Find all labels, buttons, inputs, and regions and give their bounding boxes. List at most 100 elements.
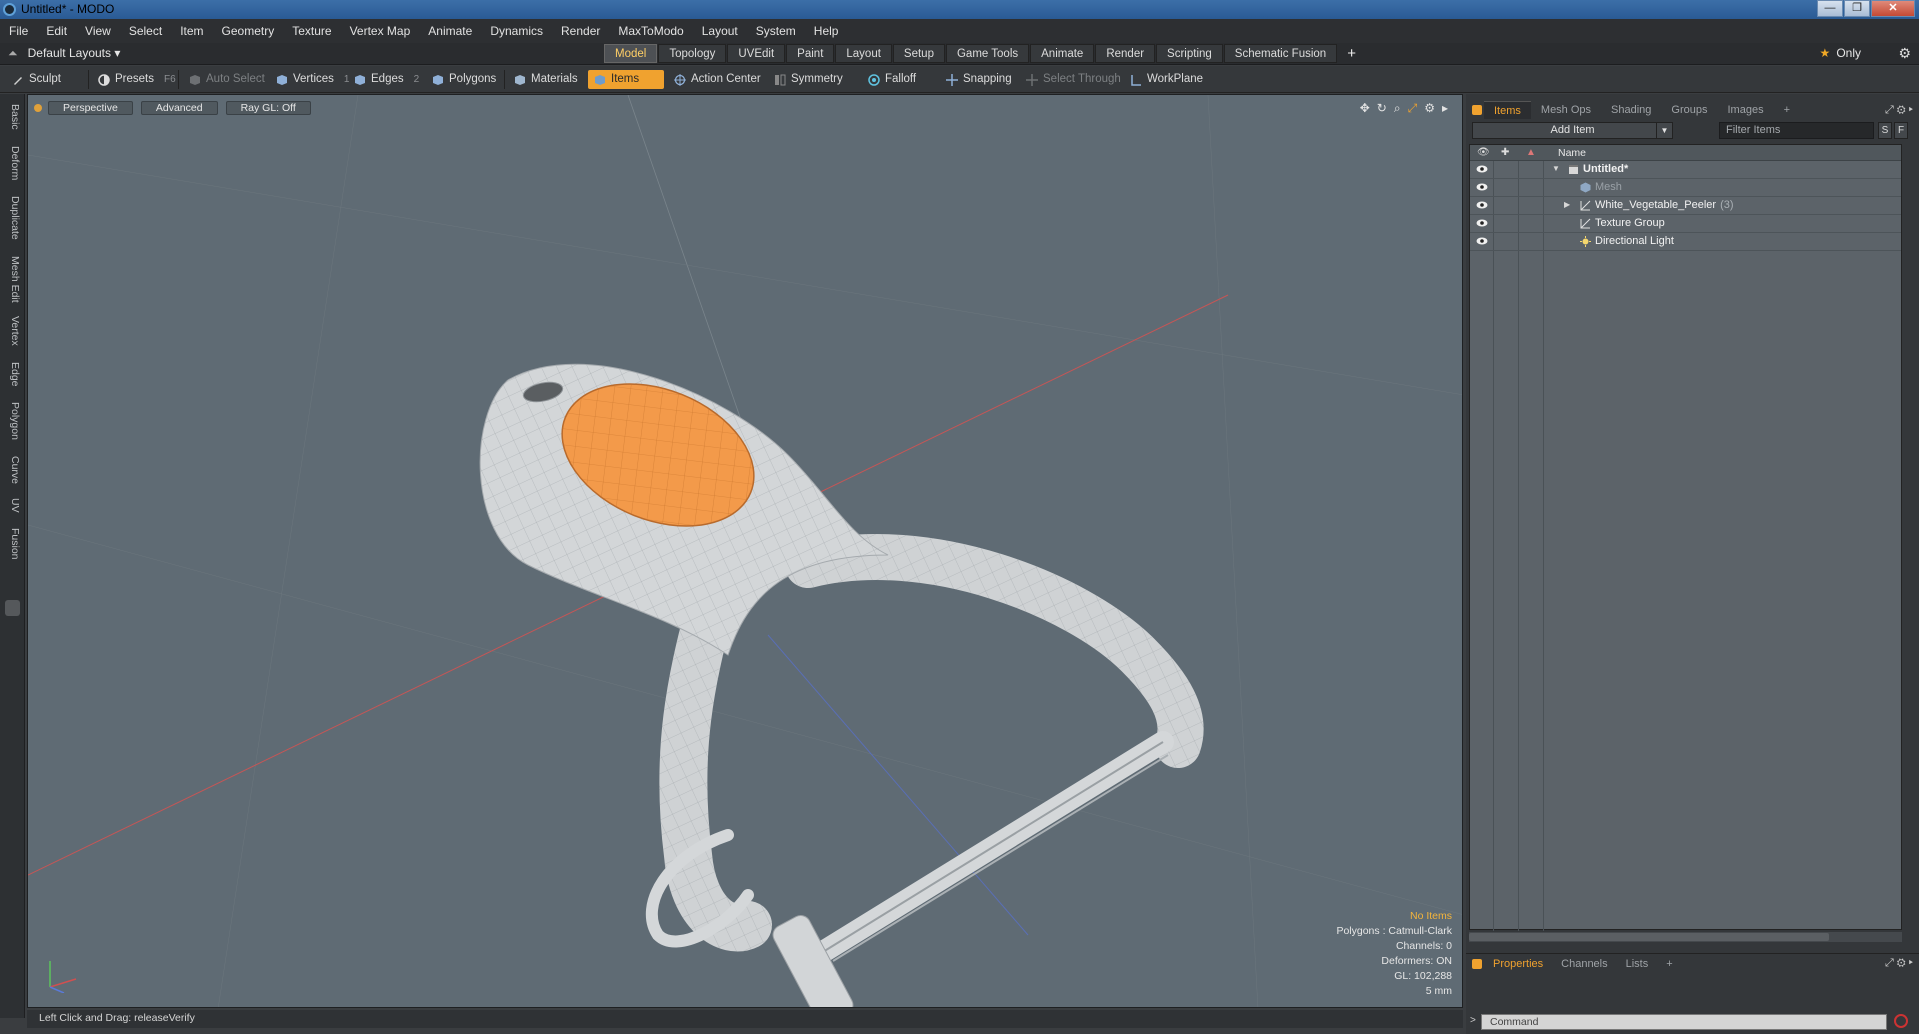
- tab-vertex[interactable]: Vertex: [4, 316, 21, 346]
- gear-icon[interactable]: ⚙: [1898, 45, 1911, 62]
- tab-basic[interactable]: Basic: [4, 104, 21, 130]
- only-toggle[interactable]: ★ Only: [1820, 46, 1861, 60]
- polygons-button[interactable]: Polygons: [426, 70, 502, 89]
- shading-dropdown[interactable]: Advanced: [140, 101, 218, 115]
- rotate-icon[interactable]: ↻: [1377, 101, 1387, 116]
- items-mode-button[interactable]: Items: [588, 70, 664, 89]
- tab-uvedit[interactable]: UVEdit: [727, 44, 786, 63]
- tree-row-texture-group[interactable]: Texture Group: [1470, 215, 1901, 233]
- auto-select-button[interactable]: Auto Select: [183, 70, 271, 89]
- menu-layout[interactable]: Layout: [693, 24, 747, 38]
- expand-arrow-icon[interactable]: ▸: [1442, 101, 1448, 116]
- filter-items-input[interactable]: Filter Items: [1719, 122, 1874, 139]
- minimize-button[interactable]: —: [1817, 0, 1843, 17]
- settings-icon[interactable]: ⚙: [1424, 101, 1435, 116]
- visibility-eye-icon[interactable]: [1476, 182, 1488, 192]
- tab-fusion[interactable]: Fusion: [4, 528, 21, 560]
- falloff-button[interactable]: Falloff: [862, 70, 922, 89]
- tree-row-untitled[interactable]: ▼ Untitled*: [1470, 161, 1901, 179]
- fit-icon[interactable]: ⤢: [1408, 101, 1418, 116]
- workplane-button[interactable]: WorkPlane: [1124, 70, 1209, 89]
- tab-channels[interactable]: Channels: [1552, 958, 1616, 970]
- layouts-dropdown[interactable]: ⏶ Default Layouts ▾: [8, 46, 120, 61]
- close-button[interactable]: ✕: [1871, 0, 1915, 17]
- tab-duplicate[interactable]: Duplicate: [4, 196, 21, 240]
- panel-options-icon[interactable]: ⤢ ⚙ ▸: [1885, 104, 1913, 117]
- command-input[interactable]: Command: [1481, 1014, 1887, 1030]
- menu-view[interactable]: View: [76, 24, 120, 38]
- tab-paint[interactable]: Paint: [786, 44, 835, 63]
- tab-images[interactable]: Images: [1718, 101, 1774, 119]
- edges-button[interactable]: Edges 2: [348, 70, 425, 89]
- menu-help[interactable]: Help: [805, 24, 848, 38]
- vertices-button[interactable]: Vertices 1: [270, 70, 355, 89]
- add-panel-tab-button[interactable]: +: [1774, 101, 1800, 119]
- symmetry-button[interactable]: Symmetry: [768, 70, 849, 89]
- tab-mesh-ops[interactable]: Mesh Ops: [1531, 101, 1601, 119]
- command-history-arrow-icon[interactable]: >: [1470, 1015, 1476, 1026]
- name-column-header[interactable]: Name: [1558, 147, 1586, 159]
- zoom-icon[interactable]: ⌕: [1394, 101, 1401, 116]
- menu-animate[interactable]: Animate: [419, 24, 481, 38]
- panel-pin-icon[interactable]: [1472, 958, 1482, 969]
- tab-scripting[interactable]: Scripting: [1156, 44, 1223, 63]
- collapse-arrow-icon[interactable]: ▼: [1552, 164, 1560, 173]
- panel-options-icon[interactable]: ⤢ ⚙ ▸: [1885, 957, 1913, 970]
- menu-file[interactable]: File: [0, 24, 37, 38]
- tab-shading[interactable]: Shading: [1601, 101, 1661, 119]
- tab-schematic-fusion[interactable]: Schematic Fusion: [1223, 44, 1338, 63]
- menu-dynamics[interactable]: Dynamics: [481, 24, 552, 38]
- pan-icon[interactable]: ✥: [1360, 101, 1370, 116]
- tree-row-mesh[interactable]: Mesh: [1470, 179, 1901, 197]
- tab-groups[interactable]: Groups: [1661, 101, 1717, 119]
- tab-lists[interactable]: Lists: [1617, 958, 1658, 970]
- perspective-dropdown[interactable]: Perspective: [48, 101, 133, 115]
- maximize-button[interactable]: ❐: [1844, 0, 1870, 17]
- tab-render[interactable]: Render: [1095, 44, 1156, 63]
- stop-icon[interactable]: [1894, 1014, 1908, 1028]
- menu-render[interactable]: Render: [552, 24, 609, 38]
- tab-setup[interactable]: Setup: [892, 44, 945, 63]
- visibility-eye-icon[interactable]: [1476, 236, 1488, 246]
- tab-mesh-edit[interactable]: Mesh Edit: [4, 256, 21, 303]
- viewport-menu-dot[interactable]: [34, 104, 42, 112]
- menu-geometry[interactable]: Geometry: [213, 24, 284, 38]
- menu-item[interactable]: Item: [171, 24, 212, 38]
- tab-properties[interactable]: Properties: [1484, 958, 1552, 970]
- tab-curve[interactable]: Curve: [4, 456, 21, 484]
- panel-pin-icon[interactable]: [1472, 105, 1482, 115]
- 3d-viewport[interactable]: Perspective Advanced Ray GL: Off ✥ ↻ ⌕ ⤢…: [27, 94, 1463, 1008]
- menu-maxtomodo[interactable]: MaxToModo: [609, 24, 692, 38]
- collapse-icon[interactable]: ⏶: [8, 46, 18, 60]
- tree-row-directional-light[interactable]: Directional Light: [1470, 233, 1901, 251]
- visibility-eye-icon[interactable]: [1476, 164, 1488, 174]
- strip-toggle-button[interactable]: [5, 600, 20, 616]
- tab-uv[interactable]: UV: [4, 498, 21, 513]
- materials-button[interactable]: Materials: [508, 70, 584, 89]
- visibility-eye-icon[interactable]: [1476, 218, 1488, 228]
- menu-system[interactable]: System: [747, 24, 805, 38]
- add-item-dropdown[interactable]: Add Item ▼: [1472, 122, 1673, 139]
- tab-layout[interactable]: Layout: [835, 44, 892, 63]
- tree-row-white-vegetable-peeler[interactable]: ▶ White_Vegetable_Peeler (3): [1470, 197, 1901, 215]
- select-through-button[interactable]: Select Through: [1020, 70, 1127, 89]
- tab-game-tools[interactable]: Game Tools: [945, 44, 1030, 63]
- tab-topology[interactable]: Topology: [658, 44, 727, 63]
- add-tab-button[interactable]: +: [1338, 44, 1365, 63]
- tab-items[interactable]: Items: [1484, 101, 1531, 119]
- snapping-button[interactable]: Snapping: [940, 70, 1018, 89]
- visibility-eye-icon[interactable]: [1476, 200, 1488, 210]
- f-filter-button[interactable]: F: [1894, 122, 1908, 139]
- tab-model[interactable]: Model: [604, 44, 658, 63]
- menu-select[interactable]: Select: [120, 24, 171, 38]
- menu-texture[interactable]: Texture: [283, 24, 340, 38]
- presets-button[interactable]: Presets F6: [92, 70, 182, 89]
- expand-arrow-icon[interactable]: ▶: [1564, 200, 1570, 209]
- tab-animate[interactable]: Animate: [1030, 44, 1095, 63]
- menu-vertex-map[interactable]: Vertex Map: [341, 24, 420, 38]
- menu-edit[interactable]: Edit: [37, 24, 76, 38]
- item-list-scrollbar[interactable]: [1469, 932, 1902, 942]
- tab-edge[interactable]: Edge: [4, 362, 21, 387]
- raygl-toggle[interactable]: Ray GL: Off: [225, 101, 311, 115]
- sculpt-button[interactable]: Sculpt: [6, 70, 67, 89]
